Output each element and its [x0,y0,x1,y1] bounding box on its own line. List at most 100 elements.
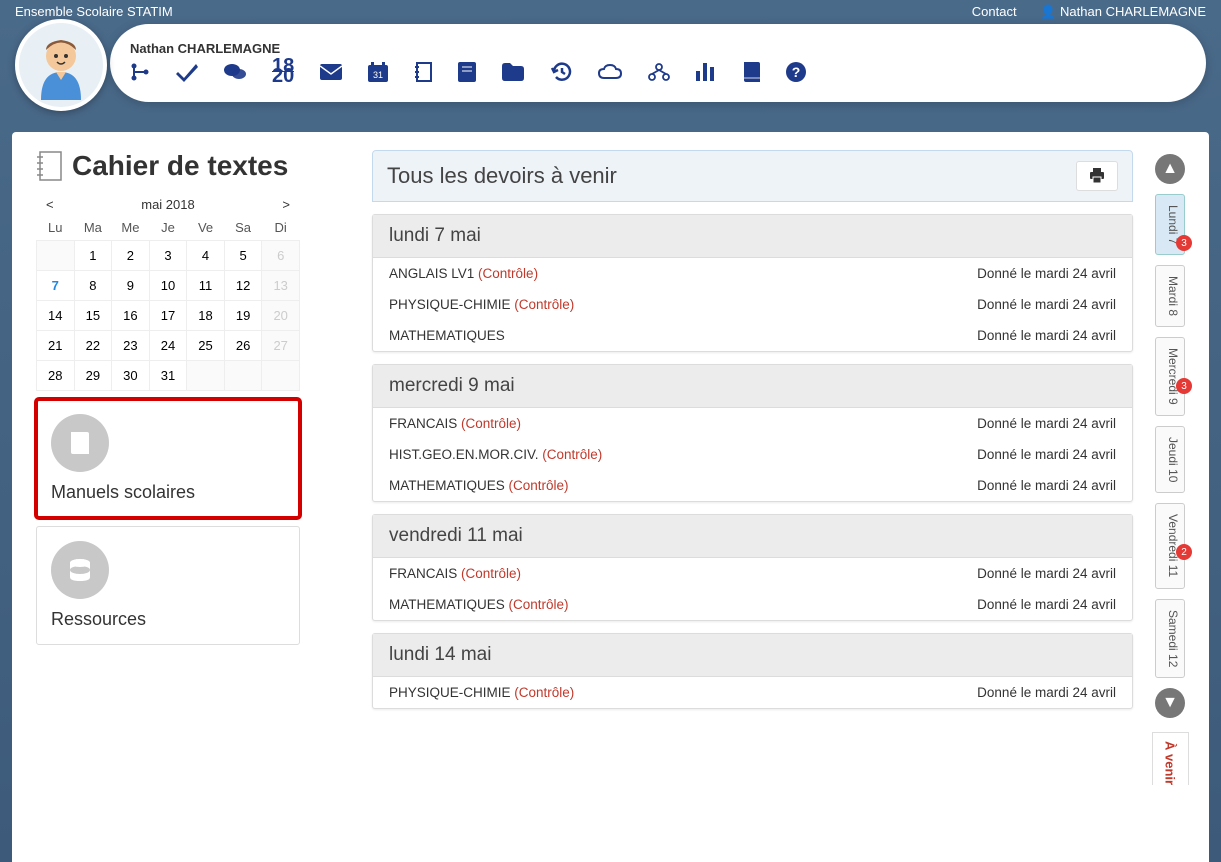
cal-month[interactable]: mai 2018 [141,197,194,212]
cal-day[interactable]: 12 [224,271,262,301]
calendar-table: LuMaMeJeVeSaDi 1234567891011121314151617… [36,215,300,391]
rail-tab[interactable]: Vendredi 112 [1155,503,1185,588]
cloud-icon[interactable] [598,64,622,80]
rail-tab[interactable]: Samedi 12 [1155,599,1185,678]
book-icon[interactable] [458,62,476,82]
group-icon[interactable] [648,62,670,82]
rail-up[interactable]: ▲ [1155,154,1185,184]
cal-day[interactable]: 11 [187,271,225,301]
cal-day[interactable]: 27 [262,331,300,361]
rail-tab[interactable]: Mercredi 93 [1155,337,1185,416]
database-icon [51,541,109,599]
grade-icon[interactable]: 1820 [272,62,294,81]
homework-row[interactable]: HIST.GEO.EN.MOR.CIV. (Contrôle)Donné le … [373,439,1132,470]
cal-day[interactable]: 25 [187,331,225,361]
history-icon[interactable] [550,62,572,82]
cal-day[interactable]: 19 [224,301,262,331]
rail-tab[interactable]: Lundi 73 [1155,194,1185,255]
cal-day[interactable]: 23 [112,331,150,361]
ressources-card[interactable]: Ressources [36,526,300,645]
textbook-icon[interactable] [742,62,760,82]
homework-row[interactable]: MATHEMATIQUES (Contrôle)Donné le mardi 2… [373,589,1132,620]
day-block: lundi 14 maiPHYSIQUE-CHIMIE (Contrôle)Do… [372,633,1133,709]
rail-down[interactable]: ▼ [1155,688,1185,718]
print-icon [1089,168,1105,184]
manuels-card[interactable]: Manuels scolaires [36,399,300,518]
content-area: Cahier de textes < mai 2018 > LuMaMeJeVe… [12,132,1209,862]
cal-day[interactable]: 29 [74,361,112,391]
cal-day[interactable]: 5 [224,241,262,271]
calendar-icon[interactable]: 31 [368,62,388,82]
cal-day[interactable]: 9 [112,271,150,301]
homework-row[interactable]: FRANCAIS (Contrôle)Donné le mardi 24 avr… [373,408,1132,439]
given-date: Donné le mardi 24 avril [977,266,1116,281]
day-title: mercredi 9 mai [373,365,1132,408]
cal-day[interactable]: 26 [224,331,262,361]
rail-tab[interactable]: Mardi 8 [1155,265,1185,327]
given-date: Donné le mardi 24 avril [977,566,1116,581]
given-date: Donné le mardi 24 avril [977,597,1116,612]
cal-day[interactable]: 28 [37,361,75,391]
cal-day[interactable]: 18 [187,301,225,331]
homework-row[interactable]: PHYSIQUE-CHIMIE (Contrôle)Donné le mardi… [373,289,1132,320]
mail-icon[interactable] [320,64,342,80]
homework-row[interactable]: MATHEMATIQUES (Contrôle)Donné le mardi 2… [373,470,1132,501]
contact-link[interactable]: Contact [972,4,1017,19]
cal-day[interactable]: 13 [262,271,300,301]
cal-next[interactable]: > [282,197,290,212]
controle-tag: (Contrôle) [461,416,521,431]
controle-tag: (Contrôle) [542,447,602,462]
rail-tab[interactable]: Jeudi 10 [1155,426,1185,493]
cal-dow: Sa [224,215,262,241]
rail-badge: 3 [1176,378,1192,394]
user-menu[interactable]: 👤 Nathan CHARLEMAGNE [1040,4,1206,19]
chat-icon[interactable] [224,62,246,82]
rail-avenir[interactable]: À venir [1152,732,1189,785]
cal-day[interactable]: 14 [37,301,75,331]
cal-day[interactable]: 16 [112,301,150,331]
cal-day[interactable]: 17 [149,301,187,331]
day-title: vendredi 11 mai [373,515,1132,558]
print-button[interactable] [1076,161,1118,191]
cal-day[interactable]: 8 [74,271,112,301]
cal-day[interactable]: 4 [187,241,225,271]
folder-icon[interactable] [502,63,524,81]
cal-prev[interactable]: < [46,197,54,212]
cal-day[interactable]: 7 [37,271,75,301]
cal-day[interactable]: 2 [112,241,150,271]
cal-day[interactable]: 6 [262,241,300,271]
cal-day[interactable]: 31 [149,361,187,391]
stats-icon[interactable] [696,63,716,81]
cal-day[interactable]: 30 [112,361,150,391]
cal-day[interactable]: 1 [74,241,112,271]
cal-day[interactable]: 24 [149,331,187,361]
help-icon[interactable]: ? [786,62,806,82]
day-title: lundi 14 mai [373,634,1132,677]
calendar: < mai 2018 > LuMaMeJeVeSaDi 123456789101… [36,194,300,391]
cal-day [224,361,262,391]
homework-row[interactable]: FRANCAIS (Contrôle) Donné le mardi 24 avr… [373,558,1132,589]
homework-row[interactable]: PHYSIQUE-CHIMIE (Contrôle)Donné le mardi… [373,677,1132,708]
cal-day[interactable]: 21 [37,331,75,361]
check-icon[interactable] [176,62,198,82]
cal-day [262,361,300,391]
cal-day[interactable]: 3 [149,241,187,271]
avatar[interactable] [15,19,107,111]
homework-row[interactable]: MATHEMATIQUES Donné le mardi 24 avril [373,320,1132,351]
cal-day[interactable]: 20 [262,301,300,331]
svg-text:31: 31 [373,70,383,80]
cal-day[interactable]: 15 [74,301,112,331]
controle-tag: (Contrôle) [514,685,574,700]
subject: MATHEMATIQUES [389,328,505,343]
controle-tag: (Contrôle) [461,566,521,581]
day-block: mercredi 9 maiFRANCAIS (Contrôle)Donné l… [372,364,1133,502]
homework-row[interactable]: ANGLAIS LV1 (Contrôle)Donné le mardi 24 … [373,258,1132,289]
right-rail: ▲ Lundi 73 Mardi 8 Mercredi 93 Jeudi 10 Vend… [1143,150,1197,862]
subject: HIST.GEO.EN.MOR.CIV. [389,447,542,462]
notebook-icon[interactable] [414,62,432,82]
subject: ANGLAIS LV1 [389,266,478,281]
cal-day[interactable]: 10 [149,271,187,301]
branch-icon[interactable] [130,62,150,82]
subject: FRANCAIS [389,566,461,581]
cal-day[interactable]: 22 [74,331,112,361]
